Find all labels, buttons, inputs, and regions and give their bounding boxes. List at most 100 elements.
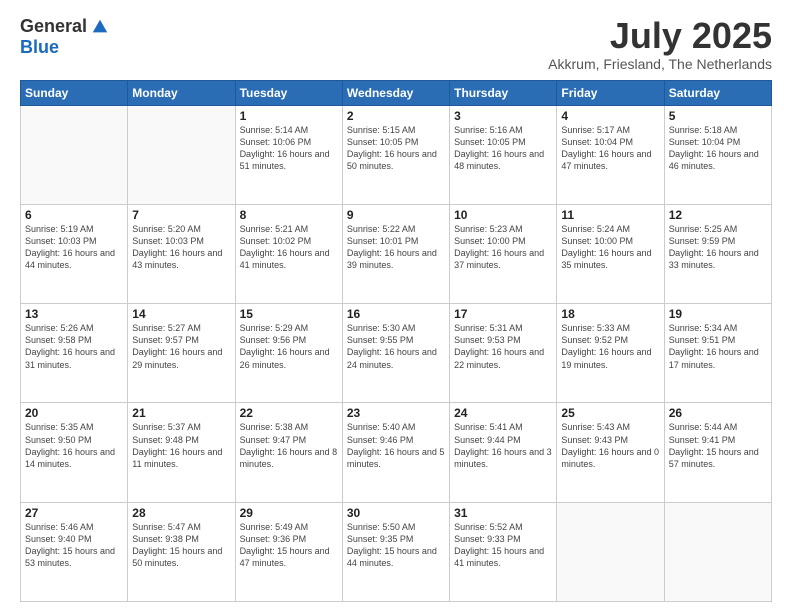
day-number: 16 — [347, 307, 445, 321]
calendar-cell: 26Sunrise: 5:44 AM Sunset: 9:41 PM Dayli… — [664, 403, 771, 502]
cell-text: Sunrise: 5:27 AM Sunset: 9:57 PM Dayligh… — [132, 322, 230, 371]
day-number: 19 — [669, 307, 767, 321]
calendar-cell: 10Sunrise: 5:23 AM Sunset: 10:00 PM Dayl… — [450, 204, 557, 303]
cell-text: Sunrise: 5:15 AM Sunset: 10:05 PM Daylig… — [347, 124, 445, 173]
calendar-header-tuesday: Tuesday — [235, 80, 342, 105]
calendar-cell — [128, 105, 235, 204]
calendar-cell: 4Sunrise: 5:17 AM Sunset: 10:04 PM Dayli… — [557, 105, 664, 204]
day-number: 12 — [669, 208, 767, 222]
calendar-cell: 25Sunrise: 5:43 AM Sunset: 9:43 PM Dayli… — [557, 403, 664, 502]
calendar-cell: 28Sunrise: 5:47 AM Sunset: 9:38 PM Dayli… — [128, 502, 235, 601]
calendar-cell: 1Sunrise: 5:14 AM Sunset: 10:06 PM Dayli… — [235, 105, 342, 204]
cell-text: Sunrise: 5:23 AM Sunset: 10:00 PM Daylig… — [454, 223, 552, 272]
calendar-week-5: 27Sunrise: 5:46 AM Sunset: 9:40 PM Dayli… — [21, 502, 772, 601]
cell-text: Sunrise: 5:44 AM Sunset: 9:41 PM Dayligh… — [669, 421, 767, 470]
cell-text: Sunrise: 5:21 AM Sunset: 10:02 PM Daylig… — [240, 223, 338, 272]
day-number: 20 — [25, 406, 123, 420]
cell-text: Sunrise: 5:18 AM Sunset: 10:04 PM Daylig… — [669, 124, 767, 173]
calendar-cell: 31Sunrise: 5:52 AM Sunset: 9:33 PM Dayli… — [450, 502, 557, 601]
day-number: 21 — [132, 406, 230, 420]
day-number: 17 — [454, 307, 552, 321]
cell-text: Sunrise: 5:24 AM Sunset: 10:00 PM Daylig… — [561, 223, 659, 272]
calendar-cell: 30Sunrise: 5:50 AM Sunset: 9:35 PM Dayli… — [342, 502, 449, 601]
cell-text: Sunrise: 5:49 AM Sunset: 9:36 PM Dayligh… — [240, 521, 338, 570]
cell-text: Sunrise: 5:34 AM Sunset: 9:51 PM Dayligh… — [669, 322, 767, 371]
cell-text: Sunrise: 5:47 AM Sunset: 9:38 PM Dayligh… — [132, 521, 230, 570]
calendar-cell: 27Sunrise: 5:46 AM Sunset: 9:40 PM Dayli… — [21, 502, 128, 601]
cell-text: Sunrise: 5:19 AM Sunset: 10:03 PM Daylig… — [25, 223, 123, 272]
day-number: 2 — [347, 109, 445, 123]
day-number: 30 — [347, 506, 445, 520]
day-number: 5 — [669, 109, 767, 123]
cell-text: Sunrise: 5:37 AM Sunset: 9:48 PM Dayligh… — [132, 421, 230, 470]
logo: General Blue — [20, 16, 109, 58]
cell-text: Sunrise: 5:30 AM Sunset: 9:55 PM Dayligh… — [347, 322, 445, 371]
calendar-cell: 11Sunrise: 5:24 AM Sunset: 10:00 PM Dayl… — [557, 204, 664, 303]
day-number: 25 — [561, 406, 659, 420]
day-number: 28 — [132, 506, 230, 520]
calendar-cell: 13Sunrise: 5:26 AM Sunset: 9:58 PM Dayli… — [21, 304, 128, 403]
calendar-cell: 17Sunrise: 5:31 AM Sunset: 9:53 PM Dayli… — [450, 304, 557, 403]
calendar-header-sunday: Sunday — [21, 80, 128, 105]
day-number: 6 — [25, 208, 123, 222]
calendar-cell: 14Sunrise: 5:27 AM Sunset: 9:57 PM Dayli… — [128, 304, 235, 403]
day-number: 29 — [240, 506, 338, 520]
calendar-week-4: 20Sunrise: 5:35 AM Sunset: 9:50 PM Dayli… — [21, 403, 772, 502]
cell-text: Sunrise: 5:46 AM Sunset: 9:40 PM Dayligh… — [25, 521, 123, 570]
cell-text: Sunrise: 5:25 AM Sunset: 9:59 PM Dayligh… — [669, 223, 767, 272]
cell-text: Sunrise: 5:52 AM Sunset: 9:33 PM Dayligh… — [454, 521, 552, 570]
logo-blue-text: Blue — [20, 37, 59, 58]
cell-text: Sunrise: 5:35 AM Sunset: 9:50 PM Dayligh… — [25, 421, 123, 470]
day-number: 15 — [240, 307, 338, 321]
calendar-header-row: SundayMondayTuesdayWednesdayThursdayFrid… — [21, 80, 772, 105]
calendar-cell: 5Sunrise: 5:18 AM Sunset: 10:04 PM Dayli… — [664, 105, 771, 204]
calendar-cell: 23Sunrise: 5:40 AM Sunset: 9:46 PM Dayli… — [342, 403, 449, 502]
cell-text: Sunrise: 5:17 AM Sunset: 10:04 PM Daylig… — [561, 124, 659, 173]
calendar-cell — [557, 502, 664, 601]
month-title: July 2025 — [548, 16, 772, 56]
logo-icon — [91, 18, 109, 36]
calendar-header-saturday: Saturday — [664, 80, 771, 105]
calendar-cell: 7Sunrise: 5:20 AM Sunset: 10:03 PM Dayli… — [128, 204, 235, 303]
calendar-cell: 18Sunrise: 5:33 AM Sunset: 9:52 PM Dayli… — [557, 304, 664, 403]
day-number: 26 — [669, 406, 767, 420]
cell-text: Sunrise: 5:43 AM Sunset: 9:43 PM Dayligh… — [561, 421, 659, 470]
cell-text: Sunrise: 5:22 AM Sunset: 10:01 PM Daylig… — [347, 223, 445, 272]
day-number: 14 — [132, 307, 230, 321]
cell-text: Sunrise: 5:41 AM Sunset: 9:44 PM Dayligh… — [454, 421, 552, 470]
day-number: 10 — [454, 208, 552, 222]
calendar-cell: 3Sunrise: 5:16 AM Sunset: 10:05 PM Dayli… — [450, 105, 557, 204]
title-block: July 2025 Akkrum, Friesland, The Netherl… — [548, 16, 772, 72]
location: Akkrum, Friesland, The Netherlands — [548, 56, 772, 72]
calendar-cell: 12Sunrise: 5:25 AM Sunset: 9:59 PM Dayli… — [664, 204, 771, 303]
calendar-cell: 9Sunrise: 5:22 AM Sunset: 10:01 PM Dayli… — [342, 204, 449, 303]
day-number: 27 — [25, 506, 123, 520]
calendar-header-wednesday: Wednesday — [342, 80, 449, 105]
calendar-cell: 15Sunrise: 5:29 AM Sunset: 9:56 PM Dayli… — [235, 304, 342, 403]
day-number: 24 — [454, 406, 552, 420]
day-number: 31 — [454, 506, 552, 520]
day-number: 23 — [347, 406, 445, 420]
cell-text: Sunrise: 5:14 AM Sunset: 10:06 PM Daylig… — [240, 124, 338, 173]
calendar-week-3: 13Sunrise: 5:26 AM Sunset: 9:58 PM Dayli… — [21, 304, 772, 403]
header: General Blue July 2025 Akkrum, Friesland… — [20, 16, 772, 72]
calendar-table: SundayMondayTuesdayWednesdayThursdayFrid… — [20, 80, 772, 602]
cell-text: Sunrise: 5:33 AM Sunset: 9:52 PM Dayligh… — [561, 322, 659, 371]
calendar-week-2: 6Sunrise: 5:19 AM Sunset: 10:03 PM Dayli… — [21, 204, 772, 303]
logo-general-text: General — [20, 16, 87, 37]
day-number: 13 — [25, 307, 123, 321]
calendar-header-monday: Monday — [128, 80, 235, 105]
day-number: 8 — [240, 208, 338, 222]
calendar-cell — [664, 502, 771, 601]
calendar-cell: 21Sunrise: 5:37 AM Sunset: 9:48 PM Dayli… — [128, 403, 235, 502]
calendar-cell: 22Sunrise: 5:38 AM Sunset: 9:47 PM Dayli… — [235, 403, 342, 502]
day-number: 4 — [561, 109, 659, 123]
cell-text: Sunrise: 5:40 AM Sunset: 9:46 PM Dayligh… — [347, 421, 445, 470]
cell-text: Sunrise: 5:20 AM Sunset: 10:03 PM Daylig… — [132, 223, 230, 272]
cell-text: Sunrise: 5:38 AM Sunset: 9:47 PM Dayligh… — [240, 421, 338, 470]
calendar-cell: 8Sunrise: 5:21 AM Sunset: 10:02 PM Dayli… — [235, 204, 342, 303]
calendar-cell: 16Sunrise: 5:30 AM Sunset: 9:55 PM Dayli… — [342, 304, 449, 403]
calendar-cell: 20Sunrise: 5:35 AM Sunset: 9:50 PM Dayli… — [21, 403, 128, 502]
cell-text: Sunrise: 5:26 AM Sunset: 9:58 PM Dayligh… — [25, 322, 123, 371]
calendar-cell: 2Sunrise: 5:15 AM Sunset: 10:05 PM Dayli… — [342, 105, 449, 204]
